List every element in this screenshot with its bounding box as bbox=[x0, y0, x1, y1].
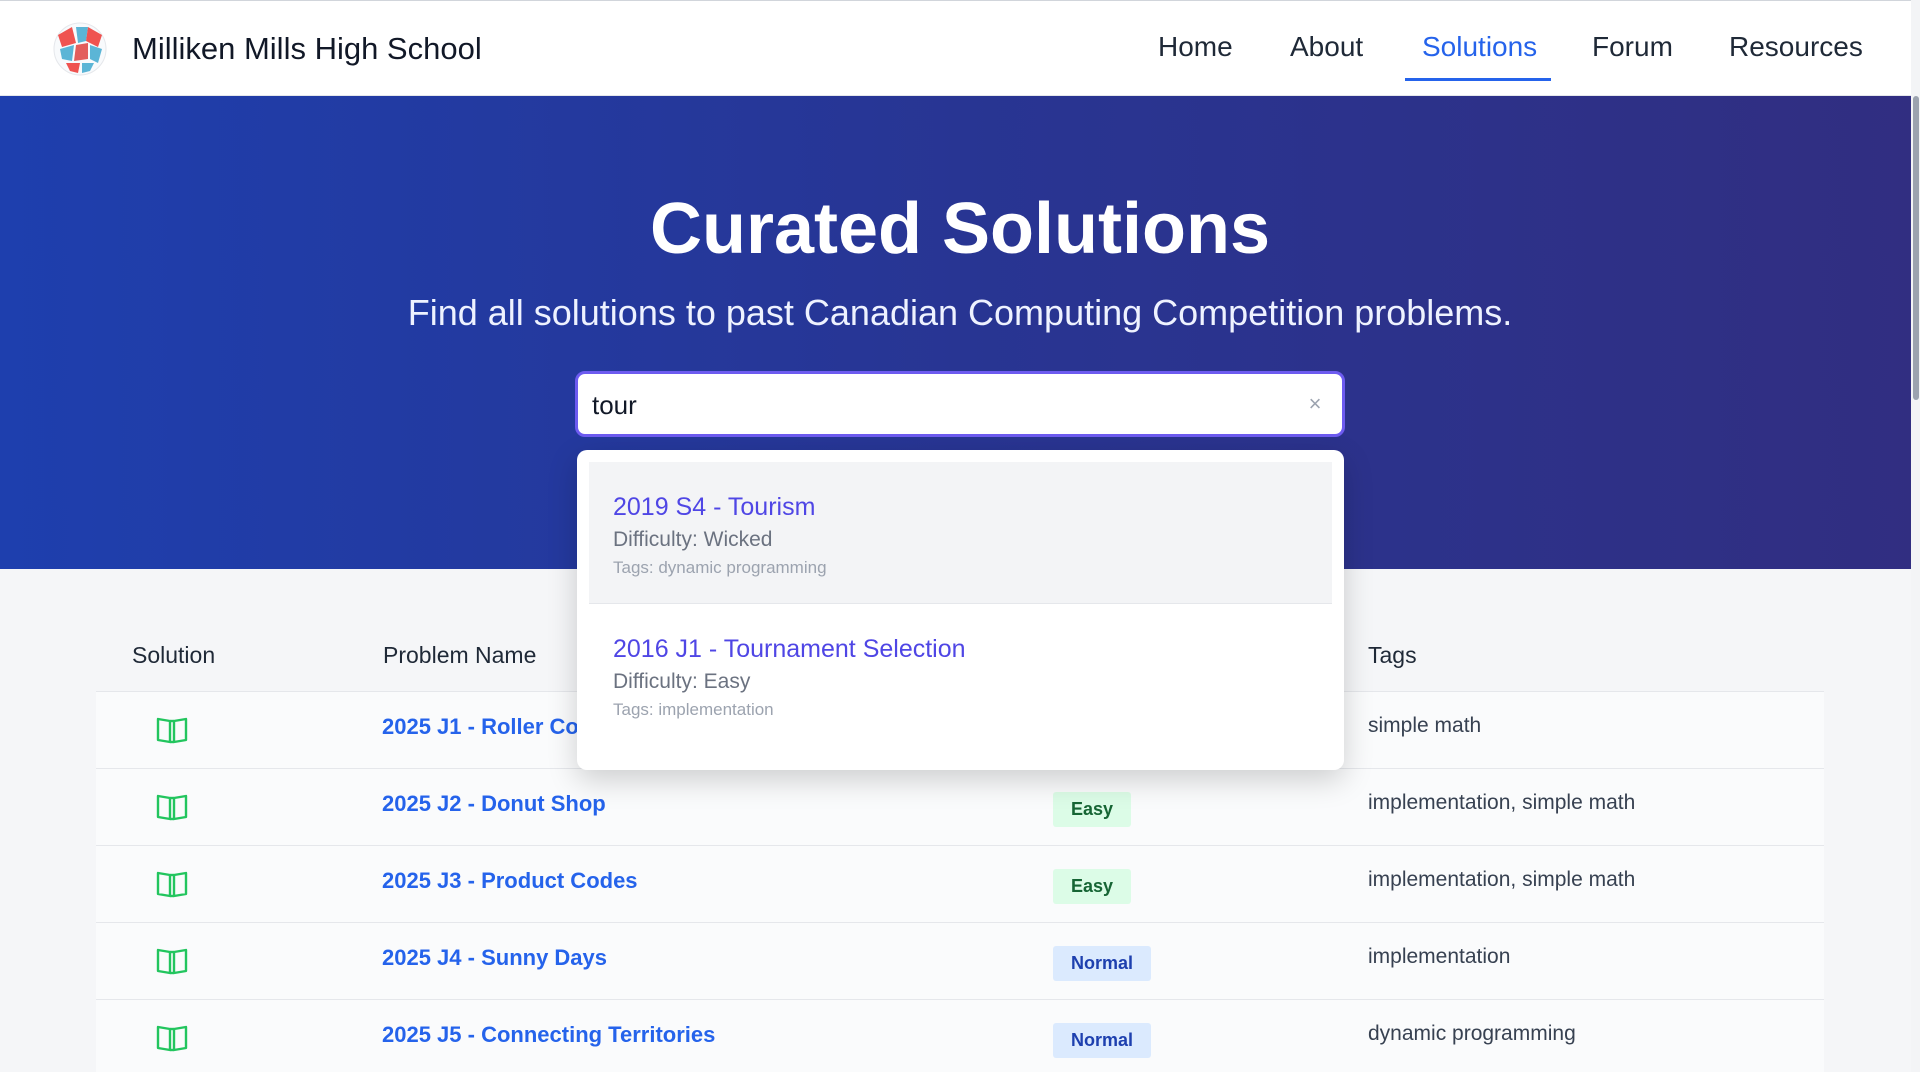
row-tags: implementation, simple math bbox=[1368, 791, 1636, 814]
active-nav-underline bbox=[1405, 78, 1551, 81]
open-book-icon[interactable] bbox=[156, 870, 188, 898]
page-scrollbar[interactable] bbox=[1911, 0, 1920, 1072]
table-row: 2025 J2 - Donut Shop Easy implementation… bbox=[96, 769, 1824, 846]
column-header-solution: Solution bbox=[132, 642, 216, 668]
result-tags: Tags: dynamic programming bbox=[613, 558, 827, 577]
search-results-dropdown: 2019 S4 - Tourism Difficulty: Wicked Tag… bbox=[577, 450, 1344, 770]
column-header-problem: Problem Name bbox=[383, 642, 537, 668]
close-icon[interactable]: × bbox=[1302, 391, 1328, 417]
search-result-item[interactable]: 2019 S4 - Tourism Difficulty: Wicked Tag… bbox=[589, 462, 1332, 603]
difficulty-badge: Easy bbox=[1053, 792, 1132, 827]
problem-link[interactable]: 2025 J5 - Connecting Territories bbox=[382, 1022, 715, 1048]
column-header-tags: Tags bbox=[1368, 642, 1417, 668]
result-title[interactable]: 2019 S4 - Tourism bbox=[613, 493, 815, 522]
open-book-icon[interactable] bbox=[156, 793, 188, 821]
result-title[interactable]: 2016 J1 - Tournament Selection bbox=[613, 635, 966, 664]
page-title: Curated Solutions bbox=[649, 189, 1270, 269]
open-book-icon[interactable] bbox=[156, 947, 188, 975]
nav-about[interactable]: About bbox=[1290, 31, 1363, 63]
school-logo[interactable] bbox=[52, 21, 108, 77]
row-tags: implementation, simple math bbox=[1368, 868, 1636, 891]
open-book-icon[interactable] bbox=[156, 716, 188, 744]
school-name[interactable]: Milliken Mills High School bbox=[132, 31, 482, 67]
problem-link[interactable]: 2025 J4 - Sunny Days bbox=[382, 945, 607, 971]
open-book-icon[interactable] bbox=[156, 1024, 188, 1052]
search-input[interactable] bbox=[592, 386, 1282, 424]
page-subtitle: Find all solutions to past Canadian Comp… bbox=[407, 292, 1513, 333]
problem-link[interactable]: 2025 J3 - Product Codes bbox=[382, 868, 638, 894]
scrollbar-thumb[interactable] bbox=[1913, 96, 1919, 400]
nav-solutions[interactable]: Solutions bbox=[1422, 31, 1537, 63]
nav-home[interactable]: Home bbox=[1158, 31, 1233, 63]
table-row: 2025 J4 - Sunny Days Normal implementati… bbox=[96, 923, 1824, 1000]
problem-link[interactable]: 2025 J2 - Donut Shop bbox=[382, 791, 606, 817]
nav-forum[interactable]: Forum bbox=[1592, 31, 1673, 63]
search-result-item[interactable]: 2016 J1 - Tournament Selection Difficult… bbox=[589, 604, 1332, 758]
row-tags: dynamic programming bbox=[1368, 1022, 1576, 1045]
top-navigation-bar: Milliken Mills High School Home About So… bbox=[0, 0, 1920, 96]
result-difficulty: Difficulty: Easy bbox=[613, 670, 751, 693]
table-row: 2025 J3 - Product Codes Easy implementat… bbox=[96, 846, 1824, 923]
row-tags: implementation bbox=[1368, 945, 1511, 968]
table-row: 2025 J5 - Connecting Territories Normal … bbox=[96, 1000, 1824, 1072]
row-tags: simple math bbox=[1368, 714, 1482, 737]
nav-resources[interactable]: Resources bbox=[1729, 31, 1863, 63]
difficulty-badge: Easy bbox=[1053, 869, 1132, 904]
result-tags: Tags: implementation bbox=[613, 700, 774, 719]
difficulty-badge: Normal bbox=[1053, 1023, 1152, 1058]
difficulty-badge: Normal bbox=[1053, 946, 1152, 981]
search-box: × bbox=[575, 371, 1345, 437]
result-difficulty: Difficulty: Wicked bbox=[613, 528, 773, 551]
